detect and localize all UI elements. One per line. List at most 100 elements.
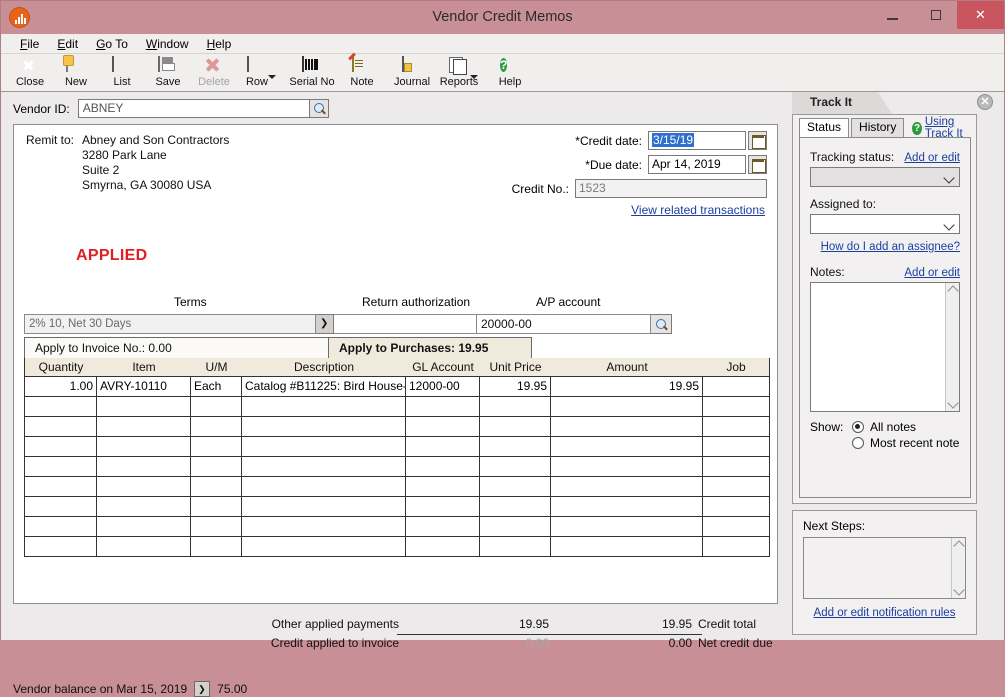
cell-empty[interactable] <box>25 537 97 556</box>
cell-empty[interactable] <box>97 397 191 416</box>
menu-item-edit[interactable]: Edit <box>48 34 87 54</box>
toolbar-serial-no-button[interactable]: Serial No <box>285 55 339 91</box>
close-window-button[interactable]: ✕ <box>957 1 1004 29</box>
cell-empty[interactable] <box>191 397 242 416</box>
toolbar-row-button[interactable]: Row <box>237 55 277 91</box>
add-assignee-link[interactable]: How do I add an assignee? <box>821 241 960 253</box>
cell-empty[interactable] <box>242 497 406 516</box>
cell-empty[interactable] <box>406 397 480 416</box>
cell-empty[interactable] <box>703 397 769 416</box>
cell-gl-account[interactable]: 12000-00 <box>406 377 480 396</box>
cell-empty[interactable] <box>703 477 769 496</box>
cell-empty[interactable] <box>97 477 191 496</box>
cell-quantity[interactable]: 1.00 <box>25 377 97 396</box>
cell-description[interactable]: Catalog #B11225: Bird House-Po <box>242 377 406 396</box>
cell-empty[interactable] <box>703 437 769 456</box>
cell-empty[interactable] <box>97 417 191 436</box>
table-row[interactable] <box>24 517 770 537</box>
tab-apply-to-invoice[interactable]: Apply to Invoice No.: 0.00 <box>24 337 329 359</box>
cell-empty[interactable] <box>551 437 703 456</box>
cell-empty[interactable] <box>191 477 242 496</box>
table-row[interactable] <box>24 537 770 557</box>
cell-empty[interactable] <box>703 497 769 516</box>
scroll-down-icon[interactable] <box>953 584 965 596</box>
cell-empty[interactable] <box>25 437 97 456</box>
cell-empty[interactable] <box>242 537 406 556</box>
cell-empty[interactable] <box>703 537 769 556</box>
vendor-id-input[interactable]: ABNEY <box>77 99 310 118</box>
cell-empty[interactable] <box>97 497 191 516</box>
terms-expand-button[interactable] <box>316 314 334 334</box>
return-authorization-input[interactable] <box>334 314 477 334</box>
assigned-to-select[interactable] <box>810 214 960 234</box>
cell-empty[interactable] <box>480 497 551 516</box>
toolbar-save-button[interactable]: Save <box>145 55 191 91</box>
cell-empty[interactable] <box>191 457 242 476</box>
toolbar-reports-button[interactable]: Reports <box>439 55 479 91</box>
tab-apply-to-purchases[interactable]: Apply to Purchases: 19.95 <box>329 337 532 359</box>
cell-empty[interactable] <box>191 537 242 556</box>
notification-rules-link[interactable]: Add or edit notification rules <box>814 607 956 619</box>
radio-all-notes-icon[interactable] <box>852 421 864 433</box>
tab-status[interactable]: Status <box>799 118 850 137</box>
table-row[interactable]: 1.00 AVRY-10110 Each Catalog #B11225: Bi… <box>24 377 770 397</box>
toolbar-note-button[interactable]: Note <box>339 55 385 91</box>
cell-empty[interactable] <box>551 457 703 476</box>
cell-empty[interactable] <box>242 517 406 536</box>
scroll-down-icon[interactable] <box>947 397 959 409</box>
cell-empty[interactable] <box>406 517 480 536</box>
cell-empty[interactable] <box>551 497 703 516</box>
row-dropdown-caret-icon[interactable] <box>268 74 276 79</box>
cell-empty[interactable] <box>551 417 703 436</box>
cell-amount[interactable]: 19.95 <box>551 377 703 396</box>
maximize-button[interactable] <box>914 1 957 29</box>
cell-empty[interactable] <box>191 437 242 456</box>
cell-empty[interactable] <box>551 477 703 496</box>
cell-empty[interactable] <box>480 477 551 496</box>
cell-empty[interactable] <box>191 497 242 516</box>
cell-empty[interactable] <box>97 517 191 536</box>
cell-empty[interactable] <box>25 457 97 476</box>
cell-empty[interactable] <box>25 477 97 496</box>
cell-empty[interactable] <box>551 537 703 556</box>
table-row[interactable] <box>24 417 770 437</box>
cell-empty[interactable] <box>480 457 551 476</box>
table-row[interactable] <box>24 477 770 497</box>
minimize-button[interactable] <box>871 1 914 29</box>
cell-item[interactable]: AVRY-10110 <box>97 377 191 396</box>
toolbar-close-button[interactable]: Close <box>7 55 53 91</box>
cell-empty[interactable] <box>25 497 97 516</box>
next-steps-textarea[interactable] <box>803 537 966 599</box>
credit-date-calendar-icon[interactable] <box>748 131 767 150</box>
notes-scrollbar[interactable] <box>945 283 959 411</box>
cell-empty[interactable] <box>480 537 551 556</box>
tab-history[interactable]: History <box>851 118 905 137</box>
cell-unit-price[interactable]: 19.95 <box>480 377 551 396</box>
vendor-balance-detail-button[interactable] <box>194 681 211 697</box>
cell-empty[interactable] <box>25 397 97 416</box>
show-all-notes-option[interactable]: Show: All notes <box>810 420 960 434</box>
cell-empty[interactable] <box>406 537 480 556</box>
track-it-close-icon[interactable]: ✕ <box>977 94 993 110</box>
cell-empty[interactable] <box>191 417 242 436</box>
cell-job[interactable] <box>703 377 769 396</box>
cell-empty[interactable] <box>242 477 406 496</box>
cell-empty[interactable] <box>97 537 191 556</box>
scroll-up-icon[interactable] <box>953 540 965 552</box>
view-related-transactions-link[interactable]: View related transactions <box>497 203 767 217</box>
cell-empty[interactable] <box>480 517 551 536</box>
toolbar-list-button[interactable]: List <box>99 55 145 91</box>
radio-most-recent-icon[interactable] <box>852 437 864 449</box>
ap-account-input[interactable]: 20000-00 <box>477 314 651 334</box>
cell-empty[interactable] <box>406 497 480 516</box>
cell-empty[interactable] <box>406 437 480 456</box>
cell-empty[interactable] <box>406 457 480 476</box>
tracking-status-add-edit-link[interactable]: Add or edit <box>904 152 960 164</box>
cell-empty[interactable] <box>242 437 406 456</box>
cell-empty[interactable] <box>406 477 480 496</box>
cell-empty[interactable] <box>25 517 97 536</box>
cell-empty[interactable] <box>242 397 406 416</box>
credit-no-input[interactable]: 1523 <box>575 179 767 198</box>
cell-empty[interactable] <box>551 517 703 536</box>
menu-item-window[interactable]: Window <box>137 34 198 54</box>
